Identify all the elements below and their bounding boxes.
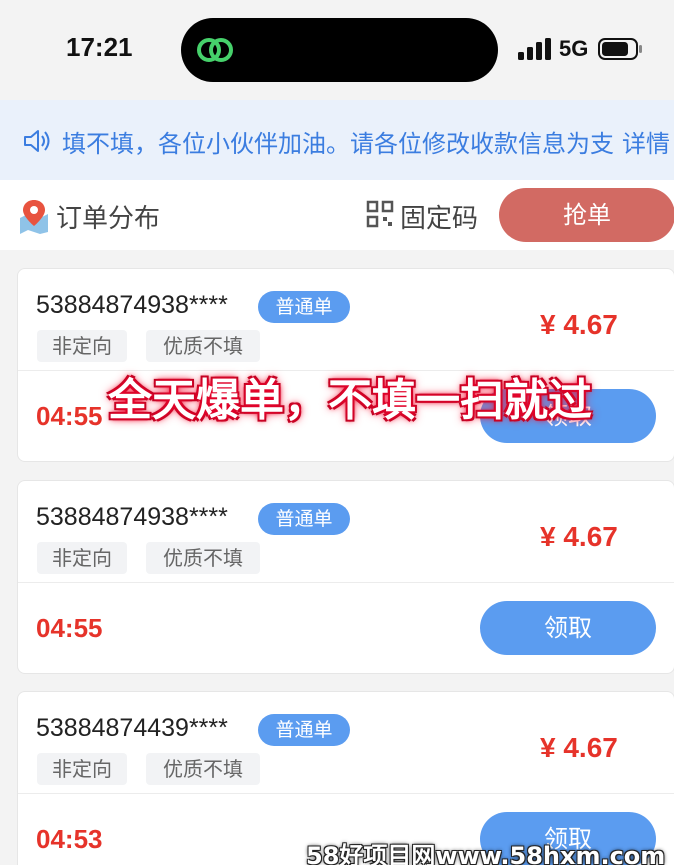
battery-icon (598, 38, 642, 60)
notice-text: 填不填，各位小伙伴加油。请各位修改收款信息为支 (62, 130, 614, 158)
grab-order-button[interactable]: 抢单 (499, 188, 674, 242)
order-tag: 非定向 (37, 542, 127, 574)
order-tag: 非定向 (37, 330, 127, 362)
promo-overlay-text: 全天爆单，不填一扫就过 (108, 375, 592, 426)
notice-details-link[interactable]: 详情 (622, 124, 670, 159)
order-price: ¥ 4.67 (540, 521, 618, 552)
fixed-code-link[interactable]: 固定码 (400, 198, 478, 235)
order-countdown: 04:55 (36, 613, 103, 643)
notice-bar[interactable]: 填不填，各位小伙伴加油。请各位修改收款信息为支 详情 (0, 100, 674, 180)
order-number: 53884874439**** (36, 714, 228, 742)
link-rings-icon (197, 38, 233, 62)
dynamic-island (181, 18, 498, 82)
cellular-signal-icon (518, 38, 551, 60)
claim-button[interactable]: 领取 (480, 601, 656, 655)
order-distribution-link[interactable]: 订单分布 (56, 198, 160, 235)
order-tag: 优质不填 (146, 542, 260, 574)
order-type-badge: 普通单 (258, 714, 350, 746)
order-card-header: 53884874938**** 普通单 非定向 优质不填 ¥ 4.67 (18, 269, 674, 371)
order-price: ¥ 4.67 (540, 309, 618, 340)
order-tag: 非定向 (37, 753, 127, 785)
status-bar: 17:21 5G (0, 0, 674, 100)
order-card-header: 53884874439**** 普通单 非定向 优质不填 ¥ 4.67 (18, 692, 674, 794)
status-time: 17:21 (66, 32, 133, 62)
network-type: 5G (559, 36, 589, 61)
order-countdown: 04:55 (36, 401, 103, 431)
order-tag: 优质不填 (146, 330, 260, 362)
order-type-badge: 普通单 (258, 291, 350, 323)
toolbar: 订单分布 固定码 抢单 (0, 180, 674, 250)
order-countdown: 04:53 (36, 824, 103, 854)
qr-code-icon (366, 200, 394, 228)
order-number: 53884874938**** (36, 291, 228, 319)
order-card-header: 53884874938**** 普通单 非定向 优质不填 ¥ 4.67 (18, 481, 674, 583)
order-price: ¥ 4.67 (540, 732, 618, 763)
site-watermark: 58好项目网www.58hxm.com (306, 842, 666, 865)
order-tag: 优质不填 (146, 753, 260, 785)
map-pin-icon (20, 200, 48, 234)
order-number: 53884874938**** (36, 503, 228, 531)
order-type-badge: 普通单 (258, 503, 350, 535)
speaker-icon (24, 130, 50, 152)
order-card: 53884874938**** 普通单 非定向 优质不填 ¥ 4.67 04:5… (17, 480, 674, 674)
